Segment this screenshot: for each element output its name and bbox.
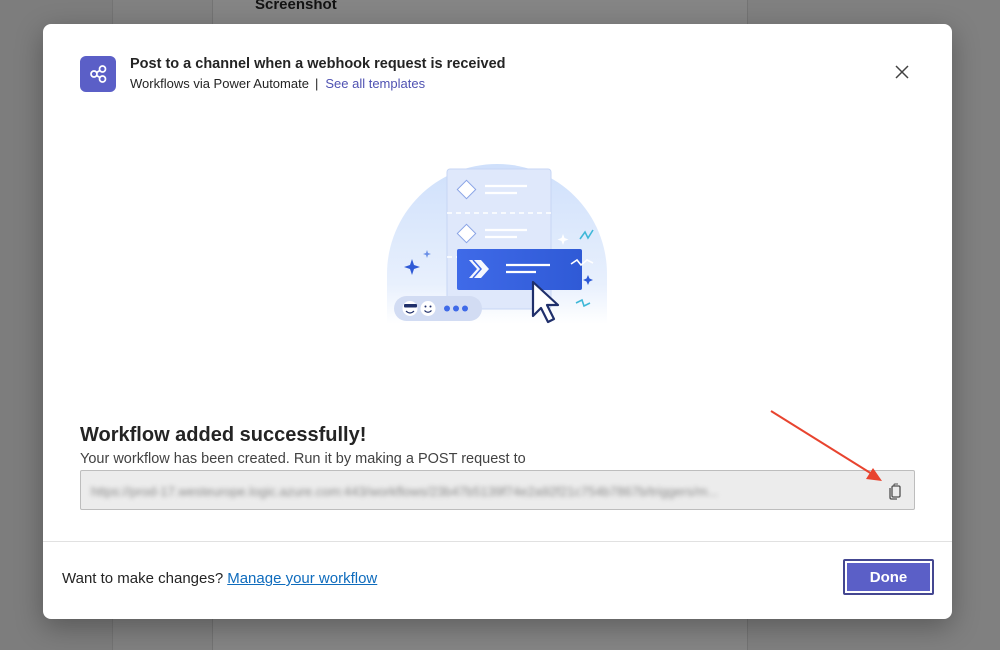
dialog-subtitle: Workflows via Power Automate | See all tem… [130,76,425,91]
share-nodes-icon [80,56,116,92]
subtitle-separator: | [314,76,319,91]
copy-button[interactable] [884,480,906,502]
done-button[interactable]: Done [843,559,934,595]
manage-workflow-link[interactable]: Manage your workflow [227,570,377,587]
footer-divider [43,541,952,542]
success-description: Your workflow has been created. Run it b… [80,451,526,467]
webhook-url-value[interactable]: https://prod-17.westeurope.logic.azure.c… [91,484,871,499]
success-title: Workflow added successfully! [80,424,367,446]
footer-prompt: Want to make changes? Manage your workflo… [62,570,377,587]
copy-icon [889,483,901,500]
webhook-url-field[interactable]: https://prod-17.westeurope.logic.azure.c… [80,470,915,510]
close-icon [895,65,909,79]
workflow-dialog: Post to a channel when a webhook request… [43,24,952,619]
see-all-templates-link[interactable]: See all templates [325,76,425,91]
workflow-illustration [387,164,607,324]
dialog-title: Post to a channel when a webhook request… [130,56,506,72]
footer-prompt-text: Want to make changes? [62,570,224,587]
close-button[interactable] [892,62,912,82]
subtitle-source: Workflows via Power Automate [130,76,309,91]
